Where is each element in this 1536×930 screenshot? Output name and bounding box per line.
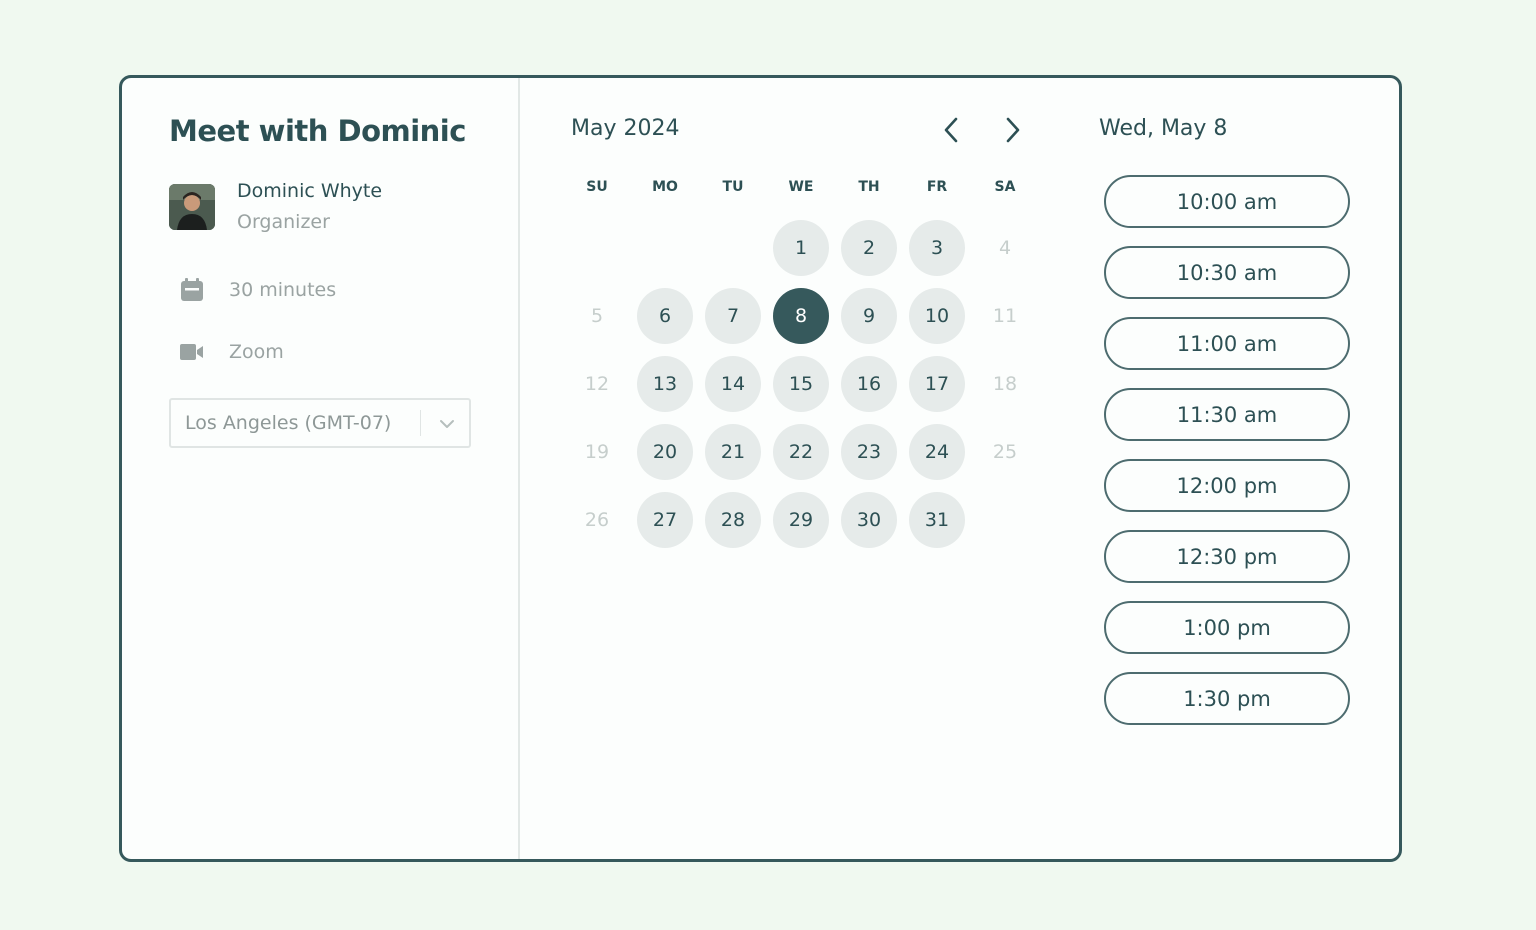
selected-date-heading: Wed, May 8 <box>1099 116 1228 141</box>
time-slot-button[interactable]: 11:30 am <box>1104 388 1350 441</box>
weekday-label-sa: SA <box>994 179 1016 195</box>
chevron-right-icon <box>1006 117 1020 143</box>
weekday-label-su: SU <box>586 179 608 195</box>
calendar-day-23[interactable]: 23 <box>841 424 897 480</box>
timezone-separator <box>420 410 421 436</box>
time-slot-button[interactable]: 1:00 pm <box>1104 601 1350 654</box>
calendar-day-12: 12 <box>584 373 610 395</box>
time-slot-button[interactable]: 1:30 pm <box>1104 672 1350 725</box>
calendar-day-10[interactable]: 10 <box>909 288 965 344</box>
page-title: Meet with Dominic <box>169 114 466 148</box>
weekday-label-we: WE <box>788 179 814 195</box>
calendar-day-29[interactable]: 29 <box>773 492 829 548</box>
calendar-day-7[interactable]: 7 <box>705 288 761 344</box>
calendar-day-3[interactable]: 3 <box>909 220 965 276</box>
timezone-select[interactable]: Los Angeles (GMT-07) <box>169 398 471 448</box>
scheduling-card: Meet with Dominic Dominic Whyte Organize… <box>119 75 1402 862</box>
next-month-button[interactable] <box>997 114 1027 146</box>
weekday-label-fr: FR <box>926 179 948 195</box>
calendar-day-13[interactable]: 13 <box>637 356 693 412</box>
calendar-day-11: 11 <box>992 305 1018 327</box>
time-slot-button[interactable]: 10:30 am <box>1104 246 1350 299</box>
video-camera-icon <box>179 339 205 365</box>
timezone-value: Los Angeles (GMT-07) <box>185 412 392 434</box>
calendar-day-19: 19 <box>584 441 610 463</box>
time-slot-button[interactable]: 10:00 am <box>1104 175 1350 228</box>
calendar-day-2[interactable]: 2 <box>841 220 897 276</box>
calendar-day-20[interactable]: 20 <box>637 424 693 480</box>
weekday-label-tu: TU <box>722 179 744 195</box>
calendar-day-16[interactable]: 16 <box>841 356 897 412</box>
weekday-label-mo: MO <box>652 179 678 195</box>
time-slot-button[interactable]: 12:00 pm <box>1104 459 1350 512</box>
calendar-day-24[interactable]: 24 <box>909 424 965 480</box>
calendar-icon <box>179 277 205 303</box>
calendar-day-28[interactable]: 28 <box>705 492 761 548</box>
calendar-day-26: 26 <box>584 509 610 531</box>
event-details-panel: Meet with Dominic Dominic Whyte Organize… <box>122 78 520 859</box>
calendar-day-14[interactable]: 14 <box>705 356 761 412</box>
location-row: Zoom <box>179 338 284 366</box>
calendar-day-1[interactable]: 1 <box>773 220 829 276</box>
duration-row: 30 minutes <box>179 276 336 304</box>
calendar-day-8[interactable]: 8 <box>773 288 829 344</box>
calendar-day-25: 25 <box>992 441 1018 463</box>
chevron-left-icon <box>944 117 958 143</box>
calendar-day-15[interactable]: 15 <box>773 356 829 412</box>
location-text: Zoom <box>229 341 284 363</box>
calendar-day-6[interactable]: 6 <box>637 288 693 344</box>
weekday-label-th: TH <box>858 179 880 195</box>
calendar-day-30[interactable]: 30 <box>841 492 897 548</box>
calendar-day-17[interactable]: 17 <box>909 356 965 412</box>
organizer-name: Dominic Whyte <box>237 180 383 202</box>
calendar-day-27[interactable]: 27 <box>637 492 693 548</box>
avatar-photo <box>169 184 215 230</box>
time-slot-button[interactable]: 11:00 am <box>1104 317 1350 370</box>
previous-month-button[interactable] <box>937 114 967 146</box>
duration-text: 30 minutes <box>229 279 337 301</box>
calendar-day-31[interactable]: 31 <box>909 492 965 548</box>
time-slot-button[interactable]: 12:30 pm <box>1104 530 1350 583</box>
organizer-role: Organizer <box>237 211 330 233</box>
calendar-day-22[interactable]: 22 <box>773 424 829 480</box>
calendar-day-9[interactable]: 9 <box>841 288 897 344</box>
calendar-day-4: 4 <box>998 237 1012 259</box>
calendar-day-18: 18 <box>992 373 1018 395</box>
chevron-down-icon[interactable] <box>437 414 457 434</box>
calendar-day-5: 5 <box>590 305 604 327</box>
month-label: May 2024 <box>571 116 680 141</box>
calendar-day-21[interactable]: 21 <box>705 424 761 480</box>
avatar <box>169 184 215 230</box>
